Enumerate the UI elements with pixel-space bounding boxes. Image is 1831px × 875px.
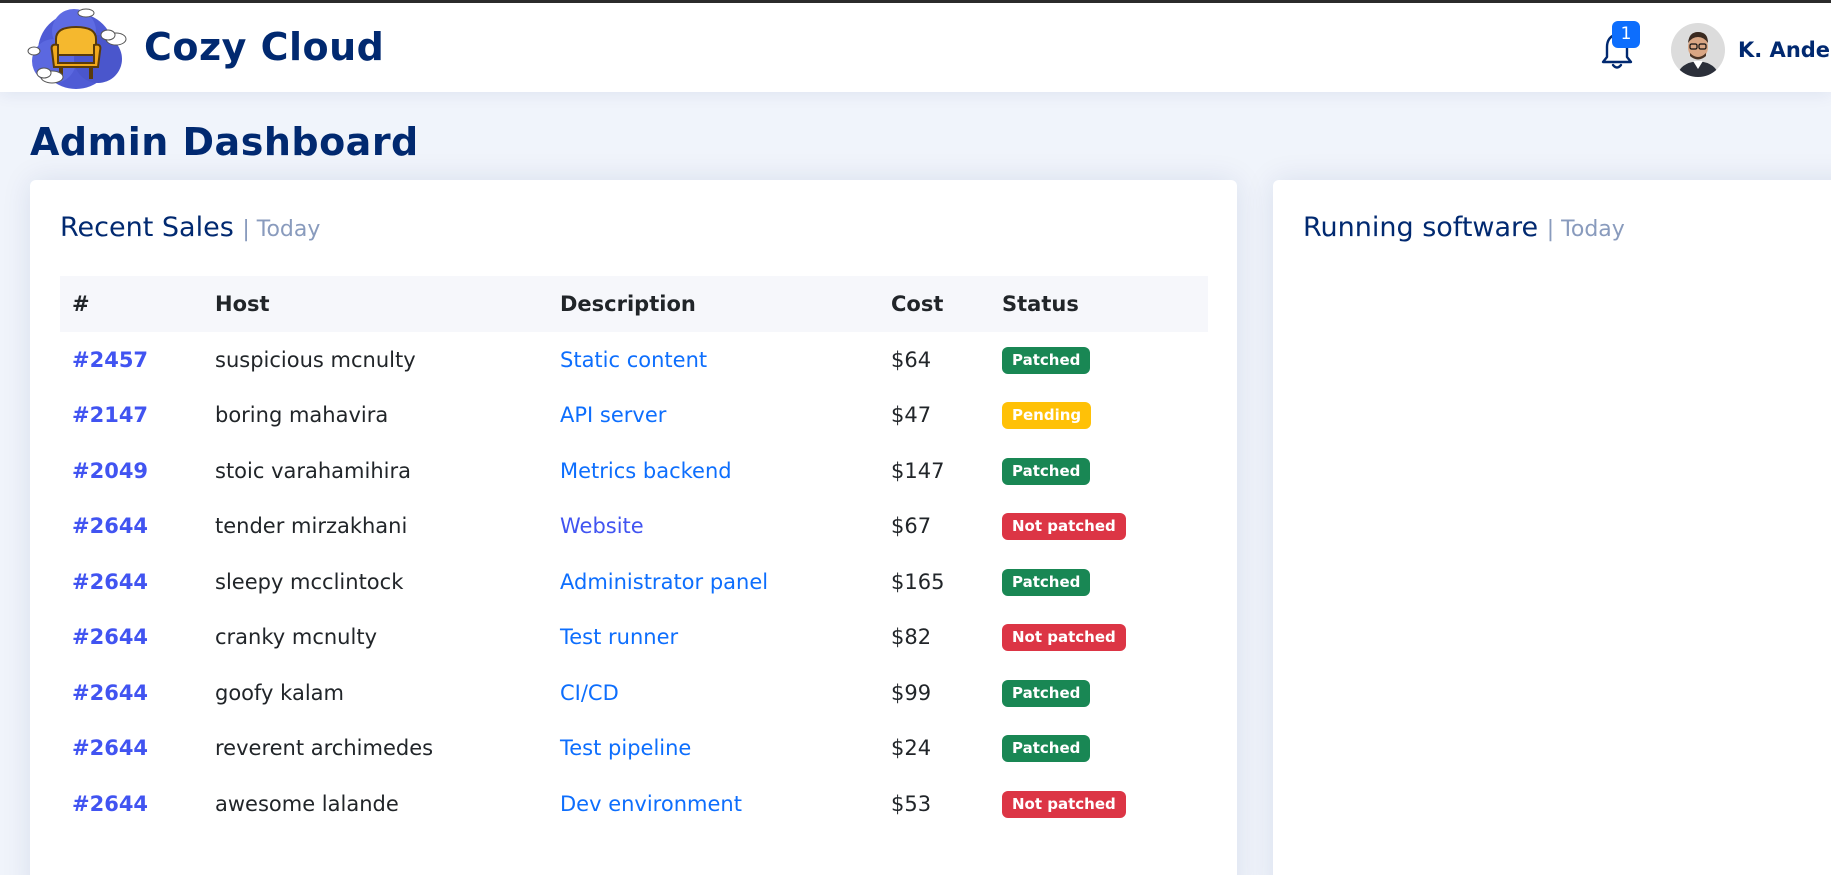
description-link[interactable]: Test pipeline <box>560 736 691 760</box>
top-header: Cozy Cloud 1 K. Anderson <box>0 0 1831 92</box>
cost-cell: $53 <box>891 791 932 816</box>
table-row: #2049 stoic varahamihira Metrics backend… <box>60 443 1208 499</box>
host-cell: stoic varahamihira <box>215 458 411 483</box>
column-header-id: # <box>72 292 90 316</box>
order-id-link[interactable]: #2644 <box>72 625 148 649</box>
column-header-status: Status <box>1002 292 1079 316</box>
host-cell: suspicious mcnulty <box>215 347 416 372</box>
table-header-row: # Host Description Cost Status <box>60 276 1208 332</box>
description-link[interactable]: Administrator panel <box>560 570 768 594</box>
table-row: #2644 reverent archimedes Test pipeline … <box>60 721 1208 777</box>
cost-cell: $47 <box>891 403 932 428</box>
host-cell: cranky mcnulty <box>215 625 377 650</box>
host-cell: awesome lalande <box>215 791 399 816</box>
order-id-link[interactable]: #2644 <box>72 792 148 816</box>
order-id-link[interactable]: #2644 <box>72 736 148 760</box>
description-link[interactable]: Metrics backend <box>560 459 732 483</box>
cost-cell: $24 <box>891 736 932 761</box>
table-row: #2644 tender mirzakhani Website $67 Not … <box>60 499 1208 555</box>
user-name[interactable]: K. Anderson <box>1738 38 1831 62</box>
column-header-host: Host <box>215 292 270 316</box>
description-link[interactable]: API server <box>560 403 666 427</box>
cost-cell: $165 <box>891 569 945 594</box>
cost-cell: $99 <box>891 680 932 705</box>
running-software-title: Running software | Today <box>1303 212 1625 243</box>
recent-sales-title: Recent Sales | Today <box>60 212 320 243</box>
order-id-link[interactable]: #2644 <box>72 570 148 594</box>
status-badge: Patched <box>1002 346 1091 374</box>
order-id-link[interactable]: #2644 <box>72 681 148 705</box>
status-badge: Not patched <box>1002 790 1126 818</box>
cost-cell: $64 <box>891 347 932 372</box>
brand-name[interactable]: Cozy Cloud <box>144 25 384 69</box>
page-title: Admin Dashboard <box>30 120 419 164</box>
description-link[interactable]: Test runner <box>560 625 678 649</box>
card-title-text: Running software <box>1303 212 1539 243</box>
running-software-card: Running software | Today <box>1273 180 1831 875</box>
table-row: #2644 cranky mcnulty Test runner $82 Not… <box>60 610 1208 666</box>
description-link[interactable]: Static content <box>560 348 707 372</box>
description-link[interactable]: Dev environment <box>560 792 742 816</box>
status-badge: Pending <box>1002 402 1092 430</box>
host-cell: reverent archimedes <box>215 736 434 761</box>
host-cell: boring mahavira <box>215 403 389 428</box>
status-badge: Patched <box>1002 735 1091 763</box>
notification-badge[interactable]: 1 <box>1612 21 1640 48</box>
status-badge: Patched <box>1002 457 1091 485</box>
host-cell: sleepy mcclintock <box>215 569 404 594</box>
status-badge: Patched <box>1002 568 1091 596</box>
user-avatar[interactable] <box>1671 23 1725 77</box>
card-subtitle: | Today <box>242 217 321 242</box>
status-badge: Not patched <box>1002 624 1126 652</box>
table-row: #2457 suspicious mcnulty Static content … <box>60 332 1208 388</box>
recent-sales-card: Recent Sales | Today # Host Description … <box>30 180 1237 875</box>
host-cell: goofy kalam <box>215 680 344 705</box>
host-cell: tender mirzakhani <box>215 514 408 539</box>
table-row: #2644 awesome lalande Dev environment $5… <box>60 776 1208 832</box>
order-id-link[interactable]: #2049 <box>72 459 148 483</box>
status-badge: Not patched <box>1002 513 1126 541</box>
cost-cell: $82 <box>891 625 932 650</box>
table-row: #2147 boring mahavira API server $47 Pen… <box>60 388 1208 444</box>
description-link[interactable]: CI/CD <box>560 681 619 705</box>
description-link[interactable]: Website <box>560 514 644 538</box>
cost-cell: $67 <box>891 514 932 539</box>
status-badge: Patched <box>1002 679 1091 707</box>
recent-sales-table: # Host Description Cost Status #2457 sus… <box>60 276 1208 832</box>
cozy-cloud-logo[interactable] <box>26 7 128 93</box>
table-row: #2644 sleepy mcclintock Administrator pa… <box>60 554 1208 610</box>
cost-cell: $147 <box>891 458 945 483</box>
order-id-link[interactable]: #2644 <box>72 514 148 538</box>
order-id-link[interactable]: #2457 <box>72 348 148 372</box>
card-subtitle: | Today <box>1546 217 1625 242</box>
card-title-text: Recent Sales <box>60 212 234 243</box>
column-header-description: Description <box>560 292 696 316</box>
order-id-link[interactable]: #2147 <box>72 403 148 427</box>
column-header-cost: Cost <box>891 292 944 316</box>
table-row: #2644 goofy kalam CI/CD $99 Patched <box>60 665 1208 721</box>
